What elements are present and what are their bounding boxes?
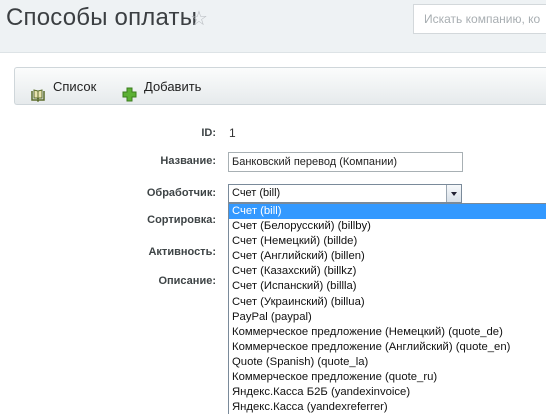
page-title: Способы оплаты <box>6 4 198 31</box>
id-value: 1 <box>229 126 236 140</box>
add-button-label: Добавить <box>144 79 202 94</box>
dropdown-option[interactable]: Счет (Украинский) (billua) <box>229 295 546 310</box>
dropdown-option[interactable]: Счет (Английский) (billen) <box>229 249 546 264</box>
plus-icon <box>122 79 137 117</box>
dropdown-option[interactable]: Счет (bill) <box>229 204 546 220</box>
sort-label: Сортировка: <box>147 214 216 226</box>
description-label: Описание: <box>158 275 216 287</box>
dropdown-option[interactable]: Счет (Белорусский) (billby) <box>229 219 546 234</box>
handler-select-value: Счет (bill) <box>232 187 281 199</box>
handler-label: Обработчик: <box>146 187 216 199</box>
dropdown-option[interactable]: Коммерческое предложение (quote_ru) <box>229 370 546 385</box>
dropdown-option[interactable]: Счет (Испанский) (billla) <box>229 279 546 294</box>
search-input[interactable] <box>413 4 546 34</box>
dropdown-option[interactable]: Коммерческое предложение (Английский) (q… <box>229 340 546 355</box>
name-label: Название: <box>160 155 216 167</box>
active-label: Активность: <box>148 246 216 258</box>
name-field[interactable] <box>228 152 463 172</box>
dropdown-option[interactable]: Счет (Казахский) (billkz) <box>229 264 546 279</box>
dropdown-option[interactable]: Яндекс.Касса (yandexreferrer) <box>229 400 546 414</box>
chevron-down-icon[interactable] <box>446 185 461 202</box>
handler-select[interactable]: Счет (bill) <box>228 184 462 203</box>
book-icon <box>31 79 45 117</box>
star-icon[interactable]: ☆ <box>190 6 208 31</box>
handler-dropdown-list[interactable]: Счет (bill) Счет (Белорусский) (billby) Сч… <box>228 203 546 414</box>
dropdown-option[interactable]: PayPal (paypal) <box>229 310 546 325</box>
dropdown-option[interactable]: Quote (Spanish) (quote_la) <box>229 355 546 370</box>
toolbar: Список Добавить <box>14 67 546 105</box>
dropdown-option[interactable]: Счет (Немецкий) (billde) <box>229 234 546 249</box>
dropdown-option[interactable]: Яндекс.Касса Б2Б (yandexinvoice) <box>229 385 546 400</box>
dropdown-option[interactable]: Коммерческое предложение (Немецкий) (quo… <box>229 325 546 340</box>
list-button-label: Список <box>53 79 97 94</box>
list-button[interactable]: Список <box>31 68 96 106</box>
add-button[interactable]: Добавить <box>122 68 201 106</box>
id-label: ID: <box>201 127 216 139</box>
